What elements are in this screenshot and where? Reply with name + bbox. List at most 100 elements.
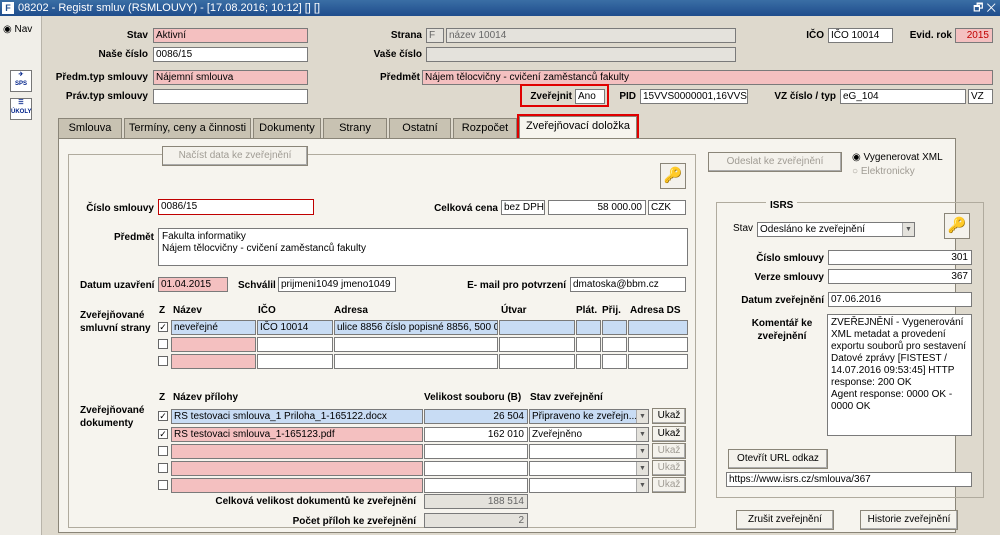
cancel-publish-button[interactable]: Zrušit zveřejnění <box>736 510 834 530</box>
dok-row-2-stav[interactable]: Zveřejněno ▼ <box>529 427 649 442</box>
radio-xml[interactable]: ◉ Vygenerovat XML <box>852 152 943 163</box>
tab-ostatni[interactable]: Ostatní <box>389 118 451 138</box>
dok-row-4-velikost[interactable] <box>424 461 528 476</box>
strany-row-1-nazev[interactable]: neveřejné <box>171 320 256 335</box>
komentar-textarea[interactable]: ZVEŘEJNĚNÍ - Vygenerování XML metadat a … <box>827 314 972 436</box>
vase-cislo-field[interactable] <box>426 47 736 62</box>
dok-row-5-check[interactable] <box>158 480 168 490</box>
dok-row-1-check[interactable]: ✓ <box>158 411 168 421</box>
url-field[interactable]: https://www.isrs.cz/smlouva/367 <box>726 472 972 487</box>
predmet-field[interactable]: Nájem tělocvičny - cvičení zaměstanců fa… <box>422 70 993 85</box>
email-field[interactable]: dmatoska@bbm.cz <box>570 277 686 292</box>
dok-row-3-nazev[interactable] <box>171 444 423 459</box>
dok-row-5-nazev[interactable] <box>171 478 423 493</box>
dok-row-5-ukaz-button[interactable]: Ukaž <box>652 477 686 493</box>
cislo-smlouvy-field[interactable]: 0086/15 <box>158 199 314 215</box>
strany-row-1-prij[interactable] <box>602 320 627 335</box>
cena-typ-field[interactable]: bez DPH <box>501 200 545 215</box>
strany-row-2-prij[interactable] <box>602 337 627 352</box>
sps-icon[interactable]: ✈ SPS <box>10 70 32 92</box>
chevron-down-icon[interactable]: ▼ <box>636 445 648 458</box>
dok-row-2-velikost[interactable]: 162 010 <box>424 427 528 442</box>
strany-row-3-ico[interactable] <box>257 354 333 369</box>
load-data-button[interactable]: Načíst data ke zveřejnění <box>162 146 308 166</box>
strany-row-2-check[interactable] <box>158 339 168 349</box>
strany-row-3-nazev[interactable] <box>171 354 256 369</box>
strany-row-2-plat[interactable] <box>576 337 601 352</box>
dok-row-4-check[interactable] <box>158 463 168 473</box>
strany-row-1-utvar[interactable] <box>499 320 575 335</box>
strana-name-field[interactable]: název 10014 <box>446 28 736 43</box>
dok-row-3-velikost[interactable] <box>424 444 528 459</box>
strany-row-2-ico[interactable] <box>257 337 333 352</box>
dok-row-5-velikost[interactable] <box>424 478 528 493</box>
strany-row-3-utvar[interactable] <box>499 354 575 369</box>
chevron-down-icon[interactable]: ▼ <box>636 428 648 441</box>
dok-row-4-nazev[interactable] <box>171 461 423 476</box>
dok-row-1-nazev[interactable]: RS testovaci smlouva_1 Priloha_1-165122.… <box>171 409 423 424</box>
dok-row-4-ukaz-button[interactable]: Ukaž <box>652 460 686 476</box>
key-icon[interactable]: 🔑 <box>660 163 686 189</box>
dok-row-1-ukaz-button[interactable]: Ukaž <box>652 408 686 424</box>
strany-row-1-adresa-ds[interactable] <box>628 320 688 335</box>
vz-cislo-field[interactable]: eG_104 <box>840 89 966 104</box>
nav-toggle[interactable]: ◉ Nav <box>3 24 32 35</box>
chevron-down-icon[interactable]: ▼ <box>636 479 648 492</box>
open-url-button[interactable]: Otevřít URL odkaz <box>728 449 828 469</box>
strany-row-3-prij[interactable] <box>602 354 627 369</box>
tab-terminy[interactable]: Termíny, ceny a činnosti <box>124 118 251 138</box>
isrs-cislo-field[interactable]: 301 <box>828 250 972 265</box>
stav-field[interactable]: Aktivní <box>153 28 308 43</box>
isrs-verze-field[interactable]: 367 <box>828 269 972 284</box>
strany-row-3-plat[interactable] <box>576 354 601 369</box>
mena-field[interactable]: CZK <box>648 200 686 215</box>
cena-field[interactable]: 58 000.00 <box>548 200 646 215</box>
strany-row-1-adresa[interactable]: ulice 8856 číslo popisné 8856, 500 06 <box>334 320 498 335</box>
tasks-icon[interactable]: ☰ ÚKOLY <box>10 98 32 120</box>
pid-field[interactable]: 15VVS0000001,16VVS0 <box>640 89 748 104</box>
tab-dokumenty[interactable]: Dokumenty <box>253 118 321 138</box>
vz-typ-field[interactable]: VZ <box>968 89 993 104</box>
datum-uzavreni-field[interactable]: 01.04.2015 <box>158 277 228 292</box>
strany-row-1-ico[interactable]: IČO 10014 <box>257 320 333 335</box>
tab-rozpocet[interactable]: Rozpočet <box>453 118 517 138</box>
dok-row-5-stav[interactable]: ▼ <box>529 478 649 493</box>
radio-electronic[interactable]: ○ Elektronicky <box>852 166 915 177</box>
strany-row-3-adresa-ds[interactable] <box>628 354 688 369</box>
predm-typ-field[interactable]: Nájemní smlouva <box>153 70 308 85</box>
nase-cislo-field[interactable]: 0086/15 <box>153 47 308 62</box>
strany-row-1-plat[interactable] <box>576 320 601 335</box>
dok-row-3-check[interactable] <box>158 446 168 456</box>
dok-row-1-velikost[interactable]: 26 504 <box>424 409 528 424</box>
schvalil-field[interactable]: prijmeni1049 jmeno1049 <box>278 277 396 292</box>
prav-typ-field[interactable] <box>153 89 308 104</box>
tab-strany[interactable]: Strany <box>323 118 387 138</box>
isrs-key-icon[interactable]: 🔑 <box>944 213 970 239</box>
strany-row-3-check[interactable] <box>158 356 168 366</box>
isrs-datum-field[interactable]: 07.06.2016 <box>828 292 972 307</box>
dok-row-2-check[interactable]: ✓ <box>158 429 168 439</box>
strany-row-2-utvar[interactable] <box>499 337 575 352</box>
strany-row-2-nazev[interactable] <box>171 337 256 352</box>
dok-row-1-stav[interactable]: Připraveno ke zveřejn... ▼ <box>529 409 649 424</box>
dok-row-3-stav[interactable]: ▼ <box>529 444 649 459</box>
dok-row-3-ukaz-button[interactable]: Ukaž <box>652 443 686 459</box>
dok-row-4-stav[interactable]: ▼ <box>529 461 649 476</box>
chevron-down-icon[interactable]: ▼ <box>636 462 648 475</box>
isrs-stav-select[interactable]: Odesláno ke zveřejnění ▼ <box>757 222 915 237</box>
chevron-down-icon[interactable]: ▼ <box>902 223 914 236</box>
predmet-textarea[interactable]: Fakulta informatiky Nájem tělocvičny - cv… <box>158 228 688 266</box>
window-controls[interactable]: 🗗 ✕ <box>973 0 996 16</box>
ico-field[interactable]: IČO 10014 <box>828 28 893 43</box>
dok-row-2-nazev[interactable]: RS testovaci smlouva_1-165123.pdf <box>171 427 423 442</box>
send-publish-button[interactable]: Odeslat ke zveřejnění <box>708 152 842 172</box>
publish-history-button[interactable]: Historie zveřejnění <box>860 510 958 530</box>
chevron-down-icon[interactable]: ▼ <box>636 410 648 423</box>
dok-row-2-ukaz-button[interactable]: Ukaž <box>652 426 686 442</box>
evid-rok-field[interactable]: 2015 <box>955 28 993 43</box>
tab-smlouva[interactable]: Smlouva <box>58 118 122 138</box>
strany-row-2-adresa-ds[interactable] <box>628 337 688 352</box>
strany-row-1-check[interactable]: ✓ <box>158 322 168 332</box>
strany-row-2-adresa[interactable] <box>334 337 498 352</box>
strana-code-field[interactable]: F <box>426 28 444 43</box>
